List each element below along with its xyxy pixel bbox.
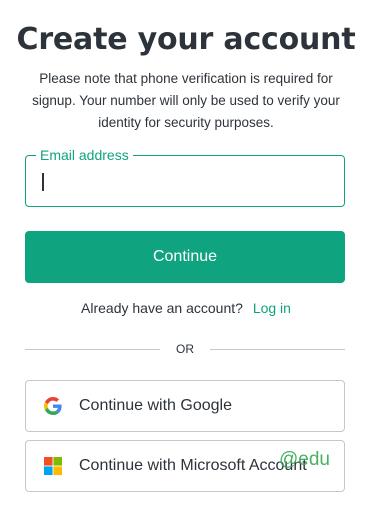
email-field[interactable]: Email address [25,147,345,207]
google-icon [43,396,63,416]
divider-text: OR [176,342,194,356]
or-divider: OR [25,340,345,358]
google-button-label: Continue with Google [79,397,232,414]
continue-button[interactable]: Continue [25,231,345,283]
microsoft-icon [43,456,63,476]
login-link[interactable]: Log in [253,300,291,316]
email-input[interactable] [26,156,344,206]
divider-line-left [25,348,160,350]
watermark: @edu [279,449,330,470]
divider-line-right [210,348,345,350]
microsoft-button-label: Continue with Microsoft Account [79,457,307,474]
text-cursor [42,173,44,191]
page-title: Create your account [16,22,356,57]
signup-page: Create your account Please note that pho… [0,0,372,517]
login-prompt-row: Already have an account? Log in [0,300,372,316]
phone-verification-notice: Please note that phone verification is r… [32,71,340,130]
login-prompt: Already have an account? [81,300,243,316]
continue-with-google-button[interactable]: Continue with Google [25,380,345,432]
